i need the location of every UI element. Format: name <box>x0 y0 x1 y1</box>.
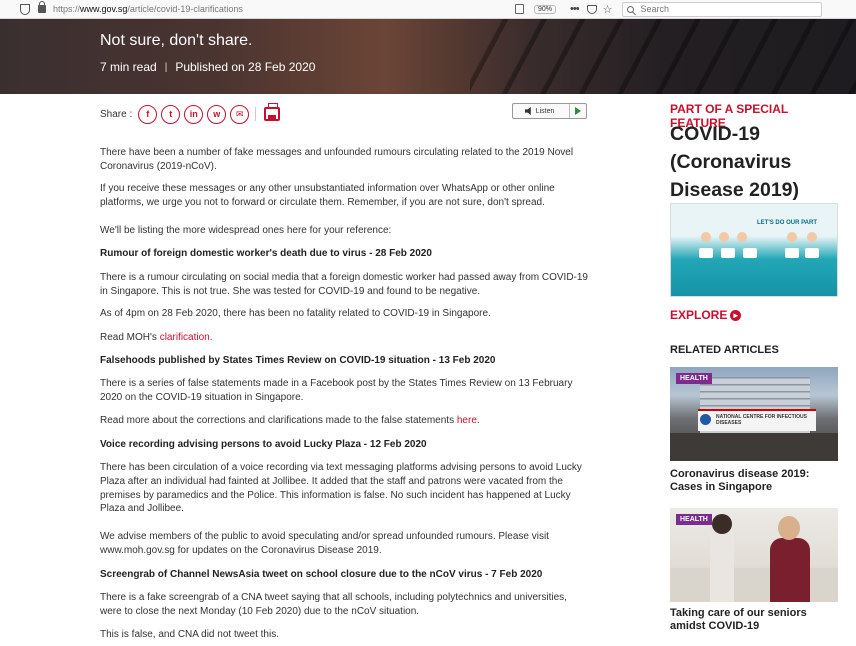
here-link[interactable]: here <box>457 415 477 426</box>
banner-text: LET'S DO OUR PART <box>757 220 817 226</box>
whatsapp-icon[interactable]: w <box>207 104 227 124</box>
person-illustration <box>770 538 810 602</box>
paragraph: There have been a number of fake message… <box>100 147 574 172</box>
reader-view-icon[interactable] <box>515 4 524 14</box>
share-divider <box>255 107 257 121</box>
paragraph: There is a rumour circulating on social … <box>100 272 588 297</box>
email-icon[interactable]: ✉ <box>230 104 250 124</box>
illustration-person <box>807 232 817 242</box>
speaker-icon <box>525 107 531 115</box>
explore-label: EXPLORE <box>670 308 728 322</box>
twitter-icon[interactable]: t <box>161 104 181 124</box>
meta-separator: | <box>164 61 168 73</box>
illustration-person <box>701 232 711 242</box>
facebook-icon[interactable]: f <box>138 104 158 124</box>
person-illustration <box>710 526 734 602</box>
category-badge: HEALTH <box>676 373 712 384</box>
paragraph: This is false, and CNA did not tweet thi… <box>100 629 279 640</box>
feature-banner-image[interactable]: LET'S DO OUR PART <box>670 203 838 297</box>
paragraph: There is a series of false statements ma… <box>100 378 573 403</box>
pocket-icon[interactable] <box>586 4 597 14</box>
arrow-right-icon: ► <box>730 309 742 321</box>
address-bar[interactable]: https://www.gov.sg/article/covid-19-clar… <box>53 4 513 14</box>
sidebar: PART OF A SPECIAL FEATURE COVID-19 (Coro… <box>670 102 840 632</box>
section-heading: Rumour of foreign domestic worker's deat… <box>100 248 432 259</box>
feature-title[interactable]: COVID-19 (Coronavirus Disease 2019) <box>670 120 845 204</box>
paragraph: We advise members of the public to avoid… <box>100 531 549 556</box>
paragraph: We'll be listing the more widespread one… <box>100 225 392 236</box>
hero-banner: Not sure, don't share. 7 min read | Publ… <box>0 19 856 94</box>
section-heading: Screengrab of Channel NewsAsia tweet on … <box>100 569 543 580</box>
tracking-shield-icon[interactable] <box>20 3 30 15</box>
search-input[interactable]: Search <box>622 1 823 17</box>
published-date: Published on 28 Feb 2020 <box>175 60 316 74</box>
clarification-link[interactable]: clarification <box>160 332 210 343</box>
section-heading: Falsehoods published by States Times Rev… <box>100 355 496 366</box>
related-article-title[interactable]: Coronavirus disease 2019: Cases in Singa… <box>670 468 842 494</box>
url-path: /article/covid-19-clarifications <box>127 4 243 14</box>
related-article-image[interactable]: NATIONAL CENTRE FOR INFECTIOUS DISEASES … <box>670 367 838 461</box>
link-trail: . <box>476 415 480 426</box>
illustration-person <box>787 232 797 242</box>
person-head-illustration <box>778 516 800 540</box>
search-placeholder: Search <box>640 4 669 14</box>
paragraph: Read more about the corrections and clar… <box>100 414 590 428</box>
bookmark-star-icon[interactable]: ☆ <box>603 3 613 16</box>
play-button[interactable] <box>568 104 586 118</box>
link-intro: Read MOH's <box>100 332 160 343</box>
link-intro: Read more about the corrections and clar… <box>100 415 457 426</box>
page-title: Not sure, don't share. <box>100 32 253 49</box>
street-illustration <box>670 433 838 461</box>
paragraph: There has been circulation of a voice re… <box>100 462 582 515</box>
url-domain: www.gov.sg <box>80 4 128 14</box>
related-article-image[interactable]: HEALTH <box>670 508 838 602</box>
browser-toolbar: https://www.gov.sg/article/covid-19-clar… <box>0 0 856 19</box>
paragraph: If you receive these messages or any oth… <box>100 183 555 208</box>
zoom-level[interactable]: 90% <box>534 4 557 14</box>
share-label: Share : <box>100 108 133 120</box>
paragraph: Read MOH's clarification. <box>100 331 590 345</box>
illustration-person <box>737 232 747 242</box>
search-icon <box>627 5 635 13</box>
category-badge: HEALTH <box>676 514 712 525</box>
illustration-card <box>805 248 819 258</box>
paragraph: As of 4pm on 28 Feb 2020, there has been… <box>100 308 491 319</box>
share-bar: Share : f t in w ✉ <box>100 103 281 125</box>
article-meta: 7 min read | Published on 28 Feb 2020 <box>100 60 315 74</box>
building-sign: NATIONAL CENTRE FOR INFECTIOUS DISEASES <box>698 409 816 431</box>
illustration-person <box>719 232 729 242</box>
lock-icon[interactable] <box>38 1 46 13</box>
linkedin-icon[interactable]: in <box>184 104 204 124</box>
listen-label: Listen <box>535 107 555 115</box>
listen-button[interactable]: Listen <box>512 103 587 119</box>
related-article-title[interactable]: Taking care of our seniors amidst COVID-… <box>670 607 842 633</box>
explore-link[interactable]: EXPLORE ► <box>670 308 742 322</box>
link-trail: . <box>209 332 213 343</box>
print-icon[interactable] <box>264 103 281 121</box>
building-sign-text: NATIONAL CENTRE FOR INFECTIOUS DISEASES <box>716 414 807 426</box>
illustration-card <box>785 248 799 258</box>
url-prefix: https:// <box>53 4 81 14</box>
page-actions-icon[interactable]: ••• <box>570 3 580 15</box>
kitchen-counter-illustration <box>670 568 838 602</box>
paragraph: There is a fake screengrab of a CNA twee… <box>100 592 567 617</box>
play-icon <box>574 107 581 115</box>
illustration-card <box>699 248 713 258</box>
illustration-card <box>743 248 757 258</box>
person-head-illustration <box>712 514 732 534</box>
related-articles-heading: RELATED ARTICLES <box>670 344 779 356</box>
section-heading: Voice recording advising persons to avoi… <box>100 439 427 450</box>
read-time: 7 min read <box>100 60 157 74</box>
illustration-card <box>721 248 735 258</box>
ncid-logo-icon <box>700 414 711 425</box>
